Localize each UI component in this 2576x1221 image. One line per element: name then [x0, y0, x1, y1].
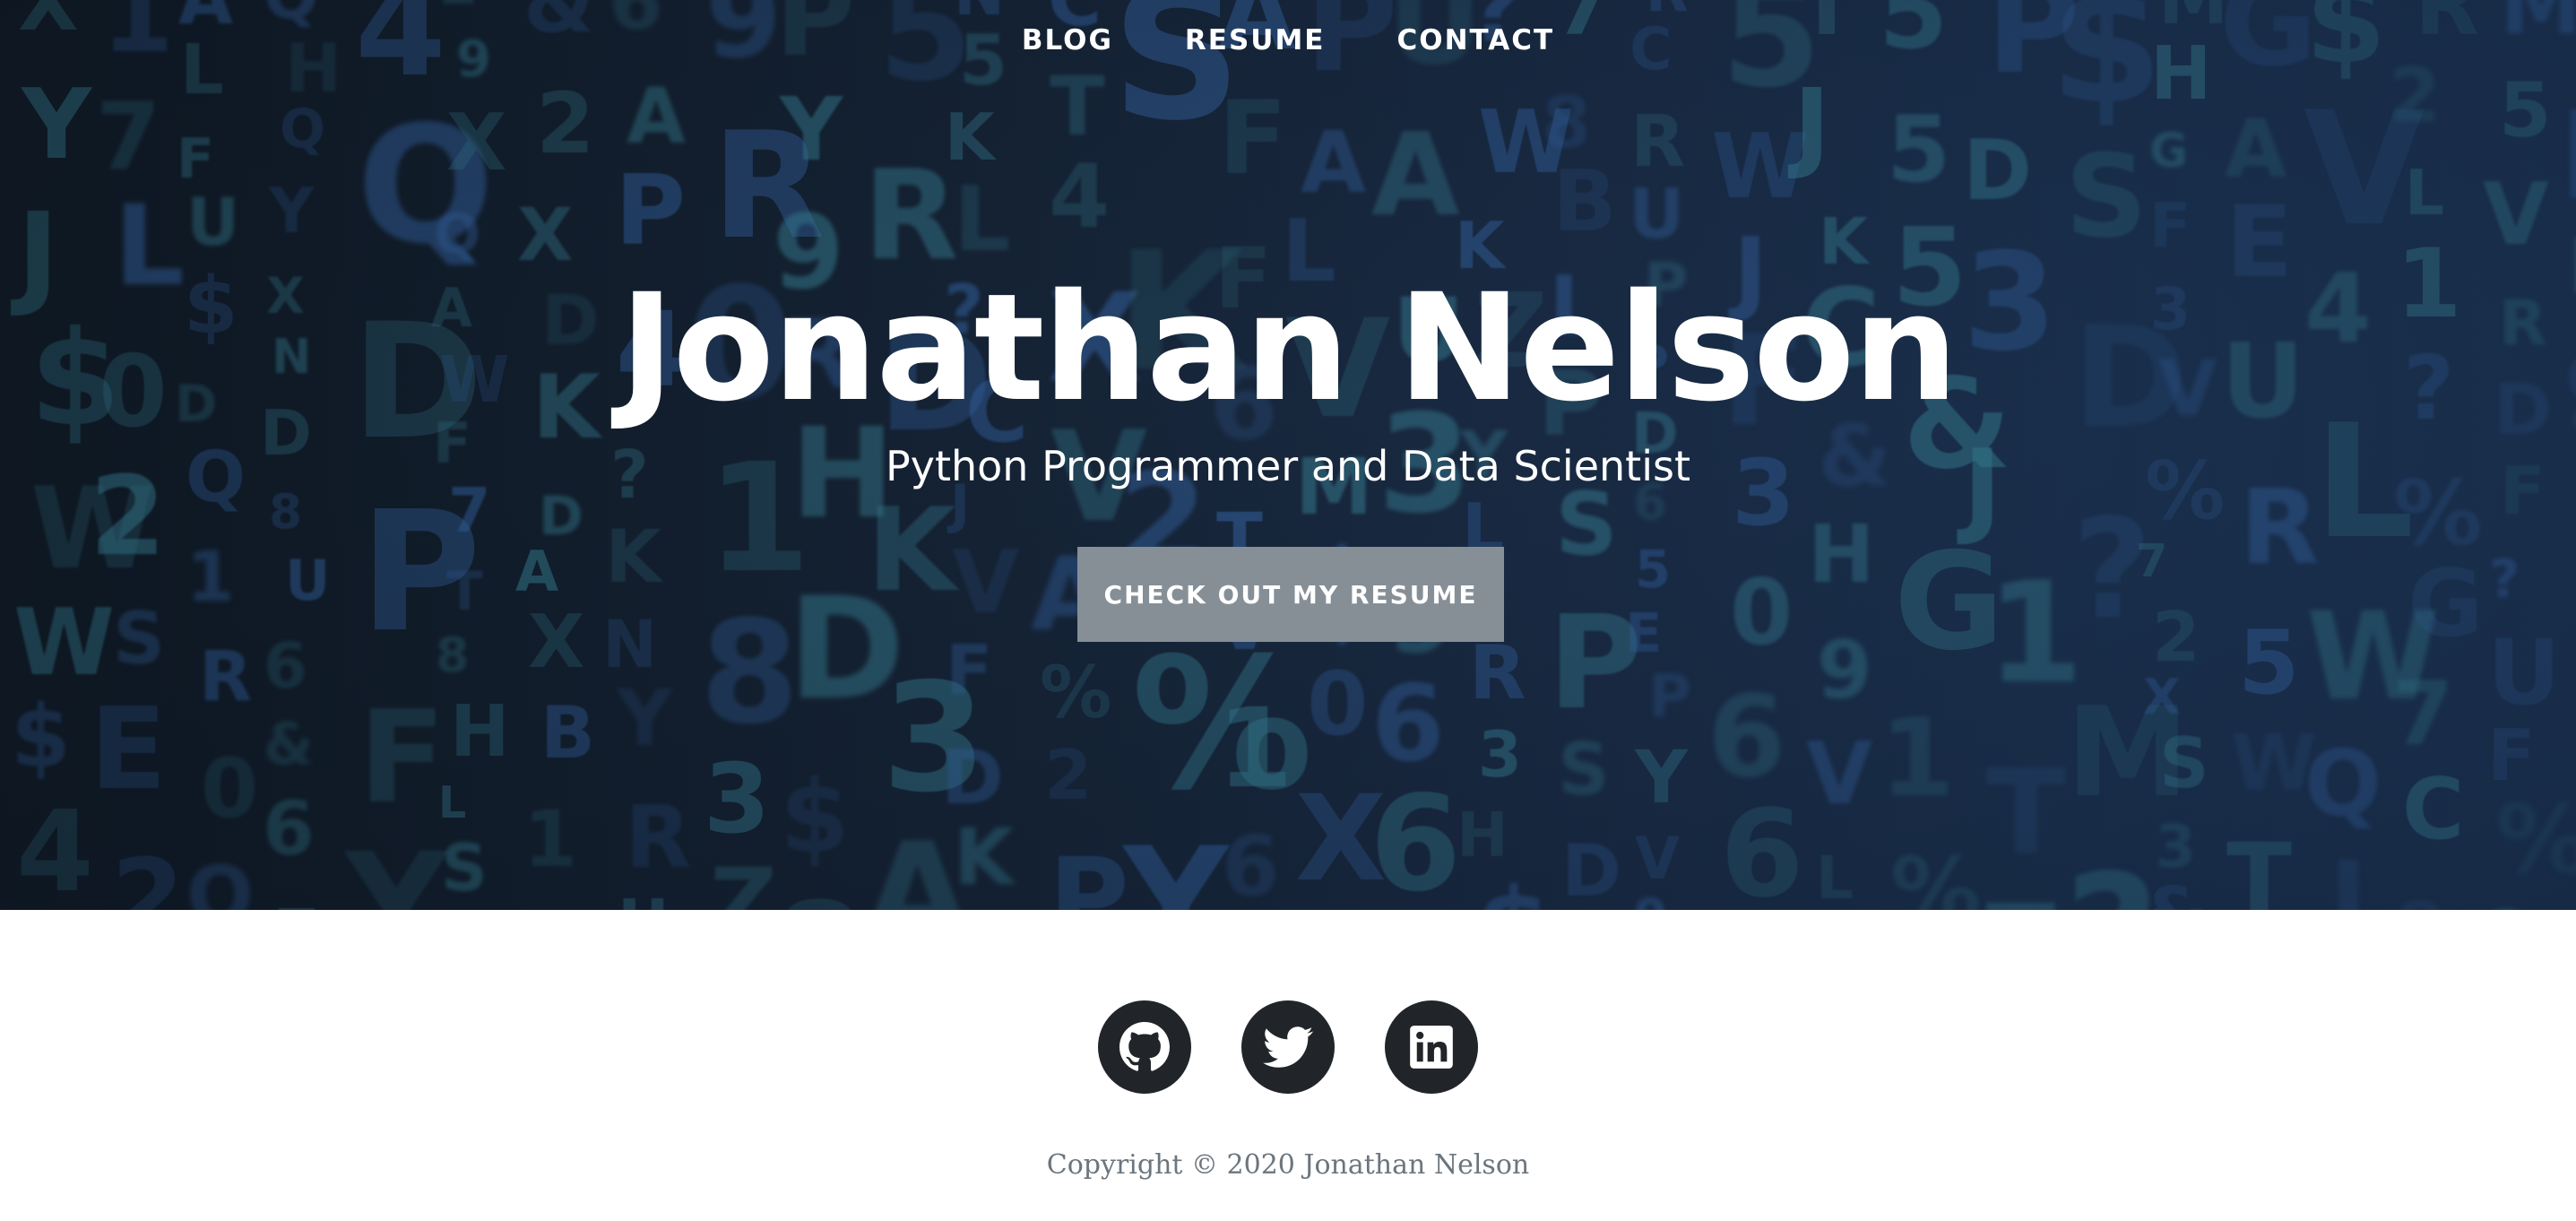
- page-title: Jonathan Nelson: [619, 262, 1958, 434]
- linkedin-link[interactable]: [1385, 1000, 1478, 1094]
- copyright-text: Copyright © 2020 Jonathan Nelson: [1046, 1149, 1530, 1181]
- social-links: [0, 1000, 2576, 1094]
- hero-section: XYJ$WW$417L02SE2ALFU$DQ1R0QQHQYXND8U6&6Z…: [0, 0, 2576, 910]
- page-subtitle: Python Programmer and Data Scientist: [886, 442, 1690, 490]
- twitter-link[interactable]: [1241, 1000, 1335, 1094]
- linkedin-icon: [1410, 1026, 1453, 1069]
- github-icon: [1119, 1022, 1170, 1071]
- resume-cta-button[interactable]: CHECK OUT MY RESUME: [1077, 547, 1504, 642]
- twitter-icon: [1263, 1026, 1313, 1068]
- github-link[interactable]: [1098, 1000, 1191, 1094]
- hero-content: Jonathan Nelson Python Programmer and Da…: [0, 0, 2576, 910]
